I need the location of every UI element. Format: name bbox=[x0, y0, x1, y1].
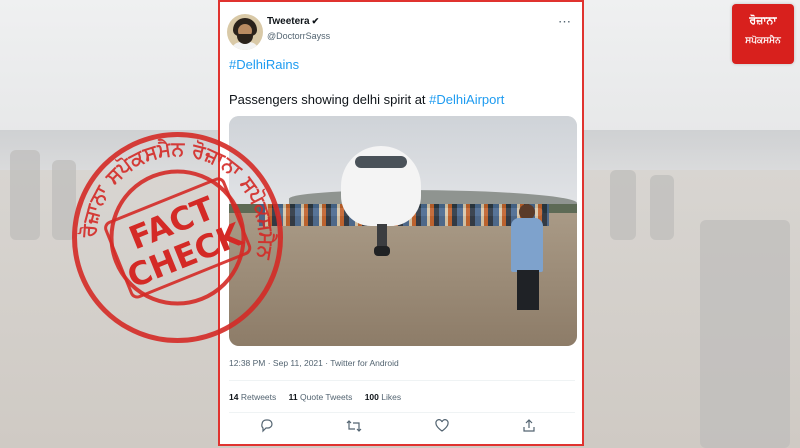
background-figure bbox=[10, 150, 40, 240]
fact-check-stamp: ਰੋਜ਼ਾਨਾ ਸਪੋਕਸਮੈਨ ਰੋਜ਼ਾਨਾ ਸਪੋਕਸਮੈਨ FACT C… bbox=[70, 130, 285, 345]
likes-stat[interactable]: 100 Likes bbox=[365, 392, 401, 402]
like-icon[interactable] bbox=[431, 418, 453, 440]
reply-icon[interactable] bbox=[256, 418, 278, 440]
rozana-spokesman-logo: ਰੋਜ਼ਾਨਾ ਸਪੋਕਸਮੈਨ bbox=[732, 4, 794, 64]
more-options-icon[interactable]: ⋯ bbox=[558, 14, 572, 30]
logo-line2: ਸਪੋਕਸਮੈਨ bbox=[745, 36, 781, 46]
retweet-icon[interactable] bbox=[343, 418, 365, 440]
tweet-text-body: Passengers showing delhi spirit at bbox=[229, 92, 430, 107]
quotes-stat[interactable]: 11 Quote Tweets bbox=[289, 392, 353, 402]
background-figure bbox=[700, 220, 790, 448]
logo-line1: ਰੋਜ਼ਾਨਾ bbox=[749, 14, 777, 27]
quotes-label: Quote Tweets bbox=[300, 392, 353, 402]
divider bbox=[229, 380, 575, 381]
avatar[interactable] bbox=[227, 14, 263, 50]
retweets-label: Retweets bbox=[240, 392, 277, 402]
verified-badge-icon: ✔ bbox=[311, 16, 320, 26]
tweet-text: Passengers showing delhi spirit at #Delh… bbox=[229, 92, 504, 107]
share-icon[interactable] bbox=[518, 418, 540, 440]
hashtag-link[interactable]: #DelhiAirport bbox=[429, 92, 504, 107]
likes-count: 100 bbox=[364, 392, 379, 402]
user-handle[interactable]: @DoctorrSayss bbox=[267, 31, 330, 41]
background-figure bbox=[610, 170, 636, 240]
quotes-count: 11 bbox=[288, 392, 298, 402]
tweet-timestamp[interactable]: 12:38 PM · Sep 11, 2021 · Twitter for An… bbox=[229, 358, 399, 368]
hashtag-link[interactable]: #DelhiRains bbox=[229, 57, 299, 72]
retweets-count: 14 bbox=[229, 392, 239, 402]
likes-label: Likes bbox=[381, 392, 402, 402]
display-name-text[interactable]: Tweetera bbox=[267, 16, 310, 27]
display-name[interactable]: Tweetera ✔ bbox=[267, 16, 319, 27]
background-figure bbox=[650, 175, 674, 240]
tweet-actions bbox=[220, 418, 586, 440]
divider bbox=[229, 412, 575, 413]
retweets-stat[interactable]: 14 Retweets bbox=[229, 392, 276, 402]
tweet-stats: 14 Retweets 11 Quote Tweets 100 Likes bbox=[229, 392, 411, 402]
